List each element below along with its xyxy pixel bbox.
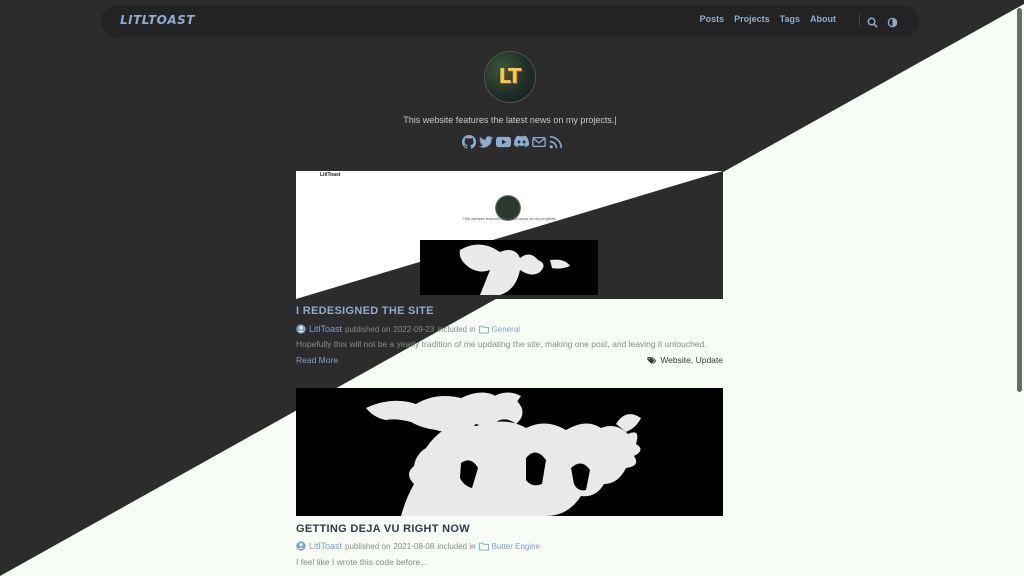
page-scrollbar[interactable] <box>1017 8 1022 392</box>
youtube-icon[interactable] <box>496 135 511 149</box>
post-meta: LitlToast published on 2021-08-08 includ… <box>296 541 540 551</box>
navbar: LITLTOAST Posts Projects Tags About <box>102 6 918 35</box>
nav-links: Posts Projects Tags About <box>700 14 836 24</box>
post-thumbnail[interactable] <box>296 388 723 516</box>
folder-icon <box>478 542 489 551</box>
dragon-image <box>366 392 641 516</box>
post-author[interactable]: LitlToast <box>309 541 342 551</box>
post-category[interactable]: General <box>492 325 520 334</box>
rss-icon[interactable] <box>549 135 563 149</box>
social-links <box>462 135 563 149</box>
thumbnail-brand: LitlToast <box>320 172 341 178</box>
nav-icons <box>867 13 898 32</box>
email-icon[interactable] <box>532 135 546 149</box>
nav-link-tags[interactable]: Tags <box>780 14 800 24</box>
post-summary: I feel like I wrote this code before... <box>296 557 428 567</box>
user-icon <box>296 324 306 334</box>
thumbnail-dragon-image <box>420 240 598 295</box>
nav-link-projects[interactable]: Projects <box>734 14 770 24</box>
post-summary: Hopefully this will not be a yearly trad… <box>296 339 707 349</box>
thumbnail-tagline: This website features the latest news on… <box>462 216 557 221</box>
post-author[interactable]: LitlToast <box>309 324 342 334</box>
avatar: LT <box>485 52 535 102</box>
theme-toggle-icon[interactable] <box>887 13 898 32</box>
nav-link-posts[interactable]: Posts <box>700 14 725 24</box>
twitter-icon[interactable] <box>479 135 493 149</box>
published-label: published on <box>345 324 391 334</box>
post-thumbnail[interactable]: LitlToast This website features the late… <box>296 171 723 299</box>
post-category[interactable]: Butter Engine <box>492 542 540 551</box>
nav-link-about[interactable]: About <box>810 14 836 24</box>
included-label: included in <box>437 541 476 551</box>
discord-icon[interactable] <box>514 135 529 149</box>
post-date: 2022-09-23 <box>393 324 435 334</box>
post-title[interactable]: GETTING DEJA VU RIGHT NOW <box>296 523 470 535</box>
published-label: published on <box>345 541 391 551</box>
brand-logo[interactable]: LITLTOAST <box>120 13 195 27</box>
post-meta: LitlToast published on 2022-09-23 includ… <box>296 324 520 334</box>
folder-icon <box>478 325 489 334</box>
avatar-text: LT <box>498 64 522 88</box>
post-title[interactable]: I REDESIGNED THE SITE <box>296 305 434 317</box>
site-tagline: This website features the latest news on… <box>403 115 617 125</box>
post-tags: Website, Update <box>647 355 723 365</box>
user-icon <box>296 541 306 551</box>
post-date: 2021-08-08 <box>393 541 435 551</box>
read-more-link[interactable]: Read More <box>296 355 338 365</box>
nav-divider <box>859 14 860 27</box>
github-icon[interactable] <box>462 135 476 149</box>
search-icon[interactable] <box>867 13 878 32</box>
tags-icon <box>647 356 657 364</box>
included-label: included in <box>437 324 476 334</box>
post-tag-list[interactable]: Website, Update <box>660 355 723 365</box>
